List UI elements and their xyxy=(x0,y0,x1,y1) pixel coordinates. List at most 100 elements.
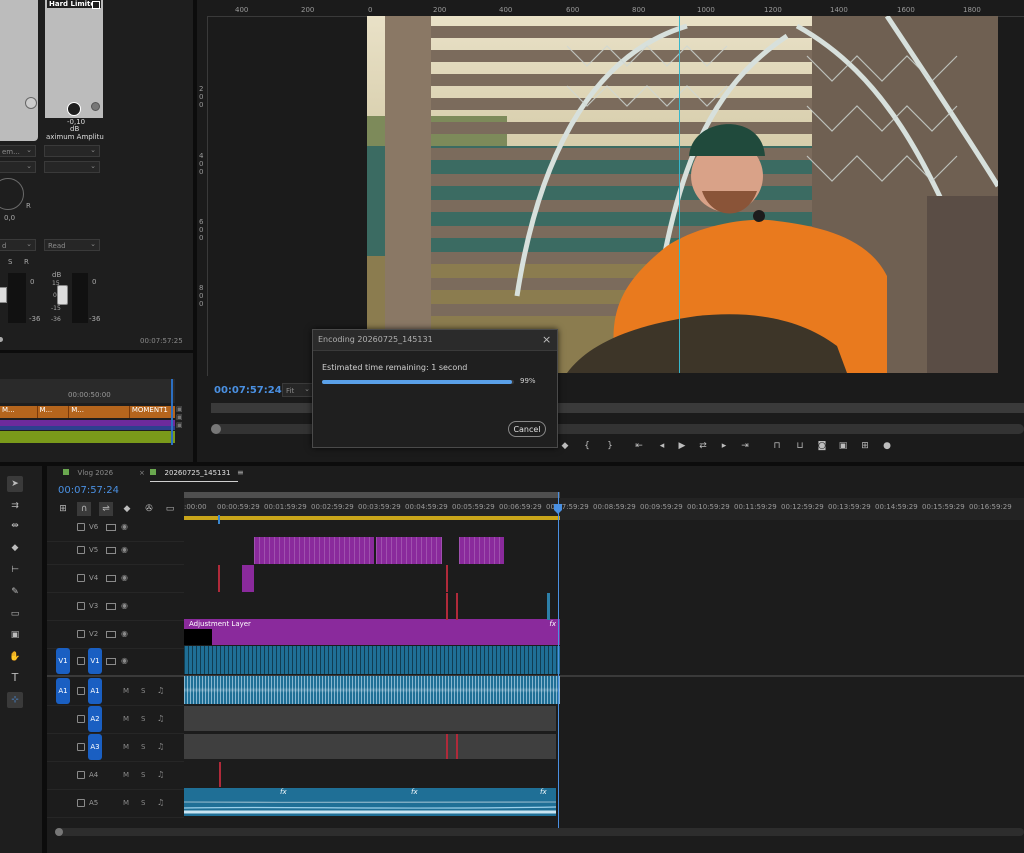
left-effect-dropdown[interactable]: em... xyxy=(0,144,36,157)
lock-icon[interactable] xyxy=(77,630,85,638)
a1-clip-group[interactable] xyxy=(184,676,560,704)
timeline-scrollbar[interactable] xyxy=(55,828,1024,836)
mixer-strip-left-knob[interactable] xyxy=(25,97,37,109)
a5-music-clip[interactable]: fx fx fx xyxy=(183,788,557,816)
track-target-v1[interactable]: V1 xyxy=(88,648,102,674)
timeline-playhead[interactable] xyxy=(558,492,559,832)
loop-icon[interactable]: ⇄ xyxy=(697,441,709,451)
selection-tool-icon[interactable]: ➤ xyxy=(7,476,23,492)
rectangle-tool-icon[interactable]: ▭ xyxy=(9,609,21,619)
lock-icon[interactable] xyxy=(77,799,85,807)
track-header-v3[interactable]: V3 ◉ xyxy=(47,593,184,621)
mark-in-icon[interactable]: { xyxy=(581,441,593,451)
right-automation-mode[interactable]: Read xyxy=(44,238,100,251)
lock-icon[interactable] xyxy=(77,687,85,695)
v3-clip[interactable] xyxy=(547,593,550,620)
mute-button[interactable]: M xyxy=(123,771,129,779)
adjustment-layer-body[interactable] xyxy=(184,629,560,645)
track-select-tool-icon[interactable]: ⇉ xyxy=(9,501,21,511)
go-to-out-icon[interactable]: ⇥ xyxy=(739,441,751,451)
eye-icon[interactable]: ◉ xyxy=(121,657,128,665)
add-marker-icon[interactable]: ◆ xyxy=(559,441,571,451)
solo-button[interactable]: S xyxy=(141,687,145,695)
program-video-frame[interactable] xyxy=(367,16,998,373)
add-marker-icon[interactable]: ◆ xyxy=(121,504,133,514)
track-header-v2[interactable]: V2 ◉ xyxy=(47,621,184,649)
sync-icon[interactable] xyxy=(106,631,116,638)
track-header-v4[interactable]: V4 ◉ xyxy=(47,565,184,593)
compare-icon[interactable]: ▣ xyxy=(837,441,849,451)
eye-icon[interactable]: ◉ xyxy=(121,602,128,610)
v4-marker[interactable] xyxy=(446,565,448,592)
sync-icon[interactable] xyxy=(106,575,116,582)
eye-icon[interactable]: ◉ xyxy=(121,546,128,554)
lock-icon[interactable] xyxy=(77,715,85,723)
eye-icon[interactable]: ◉ xyxy=(121,630,128,638)
effect-knob-icon[interactable] xyxy=(67,102,81,116)
right-send-dropdown[interactable] xyxy=(44,160,100,173)
mute-button[interactable]: M xyxy=(123,743,129,751)
track-header-v5[interactable]: V5 ◉ xyxy=(47,537,184,565)
source-patch-a1[interactable]: A1 xyxy=(56,678,70,704)
mic-icon[interactable]: ♫ xyxy=(157,742,164,751)
source-clip-2[interactable]: M... xyxy=(38,406,70,418)
timeline-scroll-handle[interactable] xyxy=(55,828,63,836)
extract-icon[interactable]: ⊔ xyxy=(794,441,806,451)
track-target-a3[interactable]: A3 xyxy=(88,734,102,760)
right-fader-handle[interactable] xyxy=(57,285,68,305)
step-forward-icon[interactable]: ▸ xyxy=(718,441,730,451)
close-icon[interactable]: × xyxy=(542,333,551,346)
source-clip-3[interactable]: M... xyxy=(69,406,130,418)
tab-menu-icon[interactable]: ≡ xyxy=(237,468,244,477)
right-effect-dropdown[interactable] xyxy=(44,144,100,157)
left-automation-mode[interactable]: d xyxy=(0,238,36,251)
step-back-icon[interactable]: ◂ xyxy=(656,441,668,451)
track-header-a3[interactable]: A3 M S ♫ xyxy=(47,734,184,762)
v4-marker[interactable] xyxy=(218,565,220,592)
eye-icon[interactable]: ◉ xyxy=(121,523,128,531)
source-clip-1[interactable]: M... xyxy=(0,406,38,418)
tab-vlog-2026[interactable]: Vlog 2026 xyxy=(63,468,113,482)
lock-icon[interactable] xyxy=(77,771,85,779)
mute-button[interactable]: M xyxy=(123,799,129,807)
mute-button[interactable]: M xyxy=(123,687,129,695)
cancel-button[interactable]: Cancel xyxy=(508,421,546,437)
v5-clip[interactable] xyxy=(376,537,442,564)
record-label[interactable]: R xyxy=(24,258,29,266)
v5-clip[interactable] xyxy=(459,537,504,564)
captions-icon[interactable]: ▭ xyxy=(164,504,176,514)
caption-tool-icon[interactable]: ⊹ xyxy=(7,692,23,708)
fit-dropdown[interactable]: Fit xyxy=(282,382,314,397)
sync-icon[interactable] xyxy=(106,603,116,610)
v4-clip[interactable] xyxy=(242,565,254,592)
slip-tool-icon[interactable]: ⊢ xyxy=(9,565,21,575)
v6-marker[interactable] xyxy=(218,515,220,524)
track-header-a2[interactable]: A2 M S ♫ xyxy=(47,706,184,734)
mute-button[interactable]: M xyxy=(123,715,129,723)
eye-icon[interactable]: ◉ xyxy=(121,574,128,582)
sync-icon[interactable] xyxy=(106,547,116,554)
mark-out-icon[interactable]: } xyxy=(604,441,616,451)
lock-icon[interactable] xyxy=(77,602,85,610)
v5-clip[interactable] xyxy=(254,537,374,564)
tab-close-icon[interactable]: × xyxy=(139,469,145,477)
program-timecode[interactable]: 00:07:57:24 xyxy=(214,385,282,396)
source-side-icons[interactable]: ▣ ▣ ▣ xyxy=(176,405,185,445)
source-patch-v1[interactable]: V1 xyxy=(56,648,70,674)
vr-icon[interactable]: ⊞ xyxy=(859,441,871,451)
program-zoom-handle[interactable] xyxy=(211,424,221,434)
nest-icon[interactable]: ⊞ xyxy=(57,504,69,514)
audio-marker[interactable] xyxy=(456,734,458,759)
mic-icon[interactable]: ♫ xyxy=(157,686,164,695)
mic-icon[interactable]: ♫ xyxy=(157,714,164,723)
pan-value[interactable]: 0,0 xyxy=(4,214,15,222)
lock-icon[interactable] xyxy=(77,743,85,751)
hand-tool-icon[interactable]: ✋ xyxy=(9,652,21,662)
lock-icon[interactable] xyxy=(77,657,85,665)
export-frame-icon[interactable]: ◙ xyxy=(816,441,828,451)
v3-marker[interactable] xyxy=(456,593,458,620)
go-to-in-icon[interactable]: ⇤ xyxy=(633,441,645,451)
wrench-icon[interactable]: ✇ xyxy=(143,504,155,514)
lock-icon[interactable] xyxy=(77,574,85,582)
track-target-a2[interactable]: A2 xyxy=(88,706,102,732)
